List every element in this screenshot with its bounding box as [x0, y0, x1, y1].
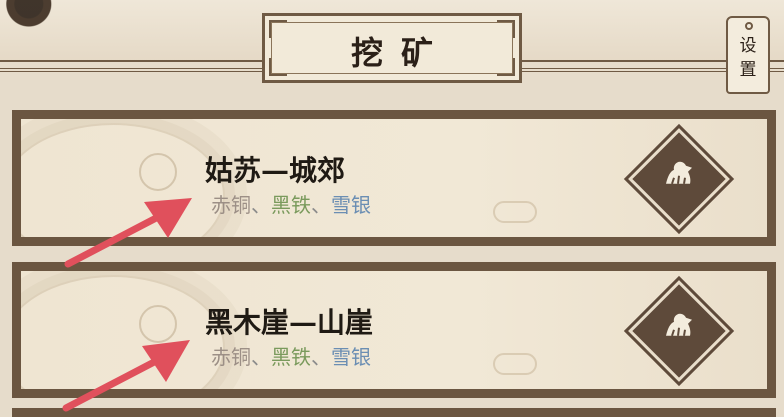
wave-pattern-decoration — [21, 275, 225, 389]
page-title: 挖矿 — [350, 34, 451, 72]
ore-separator: 、 — [311, 345, 331, 369]
ore-label: 雪银 — [331, 193, 371, 217]
scroll-decoration — [493, 353, 537, 375]
settings-label: 设置 — [739, 36, 757, 80]
ore-separator: 、 — [251, 193, 271, 217]
title-plaque: 挖矿 — [262, 13, 522, 83]
location-card[interactable]: 黑木崖—山崖 赤铜、黑铁、雪银 — [12, 262, 776, 398]
ore-label: 赤铜 — [211, 345, 251, 369]
ore-label: 黑铁 — [271, 345, 311, 369]
ore-separator: 、 — [311, 193, 331, 217]
go-mining-button[interactable] — [628, 128, 730, 230]
go-mining-button[interactable] — [628, 280, 730, 382]
ore-travel-icon — [666, 161, 692, 185]
wave-pattern-decoration — [21, 123, 225, 237]
settings-button[interactable]: 设置 — [726, 16, 770, 94]
ore-label: 赤铜 — [211, 193, 251, 217]
location-name: 姑苏—城郊 — [205, 154, 346, 187]
next-card-edge — [12, 408, 776, 417]
ore-label: 黑铁 — [271, 193, 311, 217]
ore-label: 雪银 — [331, 345, 371, 369]
corner-ink-decoration — [0, 0, 72, 32]
location-card[interactable]: 姑苏—城郊 赤铜、黑铁、雪银 — [12, 110, 776, 246]
tag-hole-icon — [745, 22, 753, 30]
ore-list: 赤铜、黑铁、雪银 — [211, 341, 371, 370]
location-name: 黑木崖—山崖 — [205, 306, 374, 339]
ore-list: 赤铜、黑铁、雪银 — [211, 189, 371, 218]
ore-separator: 、 — [251, 345, 271, 369]
ore-travel-icon — [666, 313, 692, 337]
cloud-scroll-decoration — [139, 153, 177, 191]
scroll-decoration — [493, 201, 537, 223]
cloud-scroll-decoration — [139, 305, 177, 343]
